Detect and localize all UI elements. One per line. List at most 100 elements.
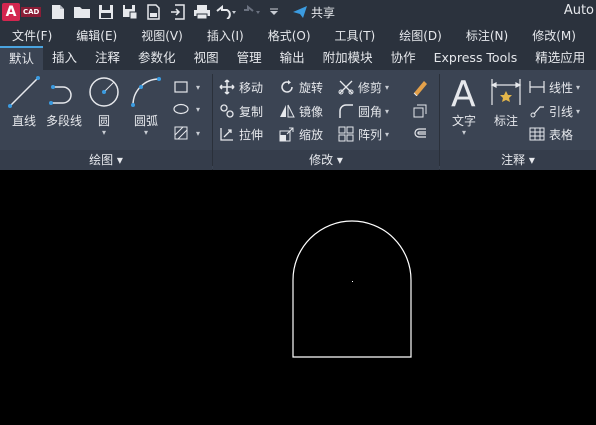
- menu-item[interactable]: 文件(F): [0, 27, 52, 44]
- open-icon[interactable]: [70, 0, 94, 24]
- ribbon-tab[interactable]: Express Tools: [425, 46, 527, 70]
- copy-icon: [218, 102, 236, 120]
- hatch-button[interactable]: ▾: [172, 122, 200, 144]
- menu-item[interactable]: 格式(O): [256, 27, 311, 44]
- save-as-icon[interactable]: [118, 0, 142, 24]
- move-label: 移动: [239, 80, 264, 95]
- offset-button[interactable]: [411, 123, 432, 145]
- linear-label: 线性: [549, 80, 574, 95]
- app-logo[interactable]: A CAD: [0, 0, 42, 24]
- text-dropdown-icon[interactable]: ▾: [444, 129, 484, 137]
- annotation-panel-title[interactable]: 注释 ▾: [440, 150, 596, 170]
- ellipse-button[interactable]: ▾: [172, 98, 200, 120]
- hatch-icon: [172, 124, 190, 142]
- linear-button[interactable]: 线性 ▾: [528, 76, 580, 98]
- customize-icon[interactable]: [262, 0, 286, 24]
- save-icon[interactable]: [94, 0, 118, 24]
- rectangle-button[interactable]: ▾: [172, 76, 200, 98]
- arch-shape[interactable]: [292, 220, 412, 358]
- ribbon-tabs: 默认 插入 注释 参数化 视图 管理 输出 附加模块 协作 Express Tools 精选应用: [0, 46, 596, 70]
- dimension-label: 标注: [493, 114, 518, 128]
- ribbon-tab[interactable]: 参数化: [129, 46, 185, 70]
- table-icon: [528, 125, 546, 143]
- annotation-title-label: 注释: [501, 153, 526, 167]
- menu-item[interactable]: 插入(I): [195, 27, 244, 44]
- copy-button[interactable]: 复制: [218, 100, 263, 122]
- scale-label: 缩放: [299, 127, 324, 142]
- logo-sub: CAD: [21, 7, 42, 17]
- array-button[interactable]: 阵列 ▾: [337, 123, 389, 145]
- linear-dropdown-icon[interactable]: ▾: [576, 83, 580, 92]
- draw-title-label: 绘图: [89, 153, 114, 167]
- circle-dropdown-icon[interactable]: ▾: [84, 129, 124, 137]
- ellipse-icon: [172, 100, 190, 118]
- draw-panel-title[interactable]: 绘图 ▾: [0, 150, 212, 170]
- share-button[interactable]: 共享: [292, 4, 335, 21]
- erase-button[interactable]: [411, 76, 432, 98]
- circle-button[interactable]: 圆 ▾: [84, 74, 124, 137]
- fillet-dropdown-icon[interactable]: ▾: [385, 107, 389, 116]
- modify-panel-title[interactable]: 修改 ▾: [213, 150, 439, 170]
- arc-dropdown-icon[interactable]: ▾: [126, 129, 166, 137]
- ribbon-tab[interactable]: 输出: [271, 46, 314, 70]
- scale-button[interactable]: 缩放: [278, 123, 323, 145]
- array-dropdown-icon[interactable]: ▾: [385, 130, 389, 139]
- arc-button[interactable]: 圆弧 ▾: [126, 74, 166, 137]
- new-icon[interactable]: [46, 0, 70, 24]
- menu-bar: 文件(F) 编辑(E) 视图(V) 插入(I) 格式(O) 工具(T) 绘图(D) 标注(N)…: [0, 24, 596, 46]
- fillet-button[interactable]: 圆角 ▾: [337, 100, 389, 122]
- menu-item[interactable]: 参: [588, 27, 596, 44]
- move-button[interactable]: 移动: [218, 76, 263, 98]
- array-label: 阵列: [358, 127, 383, 142]
- ribbon-tab[interactable]: 附加模块: [314, 46, 382, 70]
- export-icon[interactable]: [142, 0, 166, 24]
- print-icon[interactable]: [190, 0, 214, 24]
- menu-item[interactable]: 工具(T): [323, 27, 376, 44]
- rectangle-dropdown-icon[interactable]: ▾: [196, 83, 200, 92]
- fillet-label: 圆角: [358, 104, 383, 119]
- menu-item[interactable]: 视图(V): [129, 27, 183, 44]
- leader-dropdown-icon[interactable]: ▾: [576, 107, 580, 116]
- menu-item[interactable]: 编辑(E): [64, 27, 117, 44]
- drawing-canvas[interactable]: [0, 171, 596, 425]
- share-label: 共享: [311, 5, 336, 20]
- ribbon-tab[interactable]: 精选应用: [526, 46, 594, 70]
- rotate-icon: [278, 78, 296, 96]
- ribbon-tab[interactable]: 注释: [86, 46, 129, 70]
- undo-icon[interactable]: [214, 0, 238, 24]
- ribbon-tab[interactable]: 默认: [0, 46, 44, 70]
- explode-button[interactable]: [411, 100, 432, 122]
- ribbon-tab[interactable]: 管理: [228, 46, 271, 70]
- explode-icon: [411, 102, 429, 120]
- svg-text:A: A: [451, 74, 476, 110]
- menu-item[interactable]: 修改(M): [520, 27, 576, 44]
- trim-button[interactable]: 修剪 ▾: [337, 76, 389, 98]
- trim-dropdown-icon[interactable]: ▾: [385, 83, 389, 92]
- polyline-icon: [44, 74, 84, 110]
- redo-icon[interactable]: [238, 0, 262, 24]
- title-bar: A CAD 共享 Auto: [0, 0, 596, 24]
- leader-button[interactable]: 引线 ▾: [528, 100, 580, 122]
- polyline-button[interactable]: 多段线: [44, 74, 84, 129]
- annotation-panel: A 文字 ▾ 标注 线性 ▾ 引线 ▾ 表格 注释 ▾: [440, 70, 596, 170]
- ellipse-dropdown-icon[interactable]: ▾: [196, 105, 200, 114]
- ribbon-tab[interactable]: 协作: [382, 46, 425, 70]
- stretch-button[interactable]: 拉伸: [218, 123, 263, 145]
- menu-item[interactable]: 绘图(D): [387, 27, 442, 44]
- ribbon-tab[interactable]: 插入: [43, 46, 86, 70]
- menu-item[interactable]: 标注(N): [454, 27, 508, 44]
- text-button[interactable]: A 文字 ▾: [444, 74, 484, 137]
- ribbon-tab[interactable]: 视图: [185, 46, 228, 70]
- rotate-button[interactable]: 旋转: [278, 76, 323, 98]
- mirror-button[interactable]: 镜像: [278, 100, 323, 122]
- dimension-button[interactable]: 标注: [486, 74, 526, 129]
- fillet-icon: [337, 102, 355, 120]
- copy-label: 复制: [239, 104, 264, 119]
- table-button[interactable]: 表格: [528, 123, 573, 145]
- line-button[interactable]: 直线: [4, 74, 44, 129]
- import-icon[interactable]: [166, 0, 190, 24]
- modify-title-label: 修改: [309, 153, 334, 167]
- text-label: 文字: [451, 114, 476, 128]
- hatch-dropdown-icon[interactable]: ▾: [196, 129, 200, 138]
- leader-icon: [528, 102, 546, 120]
